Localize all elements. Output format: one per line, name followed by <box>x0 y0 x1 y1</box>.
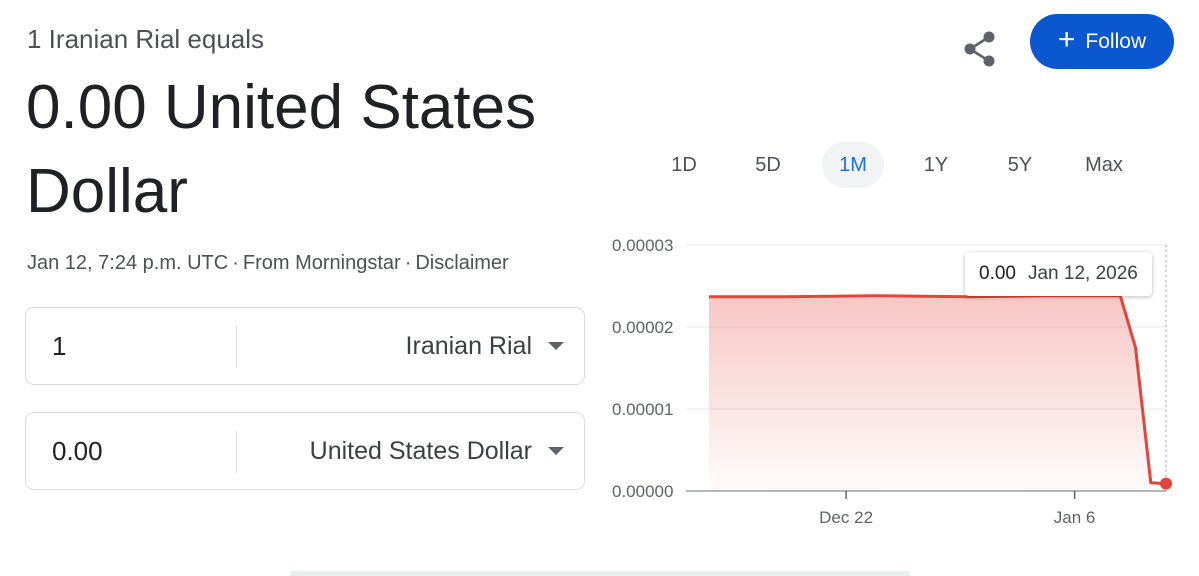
x-tick-label: Dec 22 <box>819 508 873 527</box>
plus-icon: + <box>1057 23 1076 56</box>
conversion-subtitle: 1 Iranian Rial equals <box>27 24 265 54</box>
chevron-down-icon <box>548 447 564 455</box>
bottom-panel-edge <box>290 571 910 576</box>
range-tab-5y[interactable]: 5Y <box>989 142 1051 188</box>
range-tab-max[interactable]: Max <box>1073 142 1135 188</box>
conversion-result-line-1: 0.00 United States <box>26 73 537 142</box>
field-divider <box>236 326 237 368</box>
chart-area-fill <box>709 295 1166 491</box>
from-currency-label: Iranian Rial <box>405 331 532 360</box>
range-tab-label: 1Y <box>923 153 949 176</box>
to-currency-select[interactable]: United States Dollar <box>310 413 564 489</box>
share-icon[interactable] <box>962 30 998 68</box>
conversion-result-line-2: Dollar <box>26 157 188 226</box>
range-tab-label: 5Y <box>1007 153 1033 176</box>
tooltip-date: Jan 12, 2026 <box>1027 263 1138 284</box>
y-tick-label: 0.00003 <box>612 236 673 255</box>
chart-last-point <box>1160 477 1172 490</box>
follow-button-label: Follow <box>1085 29 1147 53</box>
conversion-result: 0.00 United States Dollar <box>26 66 606 234</box>
x-tick-label: Jan 6 <box>1054 508 1096 527</box>
to-currency-label: United States Dollar <box>309 436 532 465</box>
range-tab-5d[interactable]: 5D <box>737 142 799 188</box>
quote-timestamp: Jan 12, 7:24 p.m. UTC <box>27 252 229 274</box>
field-divider <box>236 431 237 473</box>
follow-button[interactable]: + Follow <box>1030 14 1174 69</box>
time-range-tabs: 1D 5D 1M 1Y 5Y Max <box>640 142 1176 188</box>
chart-tooltip: 0.00 Jan 12, 2026 <box>965 252 1152 296</box>
from-currency-select[interactable]: Iranian Rial <box>406 308 564 384</box>
range-tab-label: Max <box>1085 153 1123 176</box>
range-tab-label: 5D <box>755 153 781 176</box>
quote-metadata: Jan 12, 7:24 p.m. UTC · From Morningstar · D… <box>27 250 509 276</box>
range-tab-1m[interactable]: 1M <box>822 142 884 188</box>
meta-separator: · <box>232 252 239 274</box>
meta-separator: · <box>404 252 412 274</box>
y-tick-label: 0.00001 <box>612 400 673 419</box>
range-tab-1d[interactable]: 1D <box>653 142 715 188</box>
to-currency-row: United States Dollar <box>25 412 585 490</box>
range-tab-label: 1D <box>671 153 697 176</box>
range-tab-1y[interactable]: 1Y <box>905 142 967 188</box>
tooltip-value: 0.00 <box>979 263 1016 284</box>
from-currency-row: Iranian Rial <box>25 307 585 385</box>
data-source-link[interactable]: From Morningstar <box>243 252 401 274</box>
to-amount-input[interactable] <box>50 435 224 468</box>
y-tick-label: 0.00002 <box>612 318 673 337</box>
y-tick-label: 0.00000 <box>612 482 673 501</box>
range-tab-label: 1M <box>839 153 867 176</box>
currency-converter-card: 1 Iranian Rial equals 0.00 United States… <box>0 0 1199 576</box>
chevron-down-icon <box>548 342 564 350</box>
disclaimer-link[interactable]: Disclaimer <box>415 252 508 274</box>
from-amount-input[interactable] <box>50 330 224 363</box>
